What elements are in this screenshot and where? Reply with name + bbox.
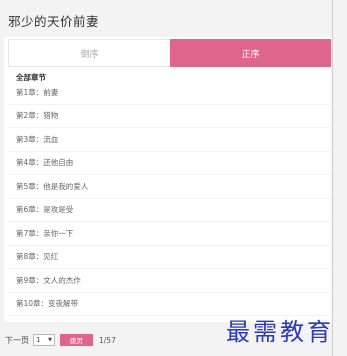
chapter-item[interactable]: 第6章：是攻是受 (8, 199, 331, 222)
chapter-item[interactable]: 第3章：流血 (8, 128, 331, 152)
sort-tabs: 倒序 正序 (8, 39, 331, 67)
chapter-item[interactable]: 第8章：见红 (8, 246, 331, 269)
book-title: 邪少的天价前妻 (8, 14, 100, 29)
chapter-item[interactable]: 第1章：前妻 (8, 81, 331, 105)
divider (332, 0, 333, 356)
chapter-panel: 倒序 正序 全部章节 第1章：前妻 第2章：猎物 第3章：流血 第4章：还他自由… (4, 37, 331, 322)
page-select-value: 1 (36, 336, 41, 344)
pagination: 下一页 1 ▼ 跳页 1/57 (5, 333, 116, 347)
jump-page-button[interactable]: 跳页 (60, 334, 93, 346)
chapter-item[interactable]: 第7章：亲你一下 (8, 222, 331, 246)
chapter-list: 第1章：前妻 第2章：猎物 第3章：流血 第4章：还他自由 第5章：他是我的爱人… (8, 81, 331, 316)
chapter-item[interactable]: 第9章：文人的杰作 (8, 269, 331, 293)
chapter-item[interactable]: 第5章：他是我的爱人 (8, 175, 331, 199)
chevron-down-icon: ▼ (48, 337, 52, 343)
tab-forward-order[interactable]: 正序 (170, 39, 331, 67)
page-count: 1/57 (99, 335, 116, 345)
page-select[interactable]: 1 ▼ (33, 334, 55, 346)
next-page-link[interactable]: 下一页 (5, 335, 29, 346)
watermark-logo: 最需教育 (226, 318, 334, 346)
chapter-item[interactable]: 第2章：猎物 (8, 105, 331, 128)
chapter-item[interactable]: 第4章：还他自由 (8, 152, 331, 175)
tab-reverse-order[interactable]: 倒序 (8, 39, 170, 67)
